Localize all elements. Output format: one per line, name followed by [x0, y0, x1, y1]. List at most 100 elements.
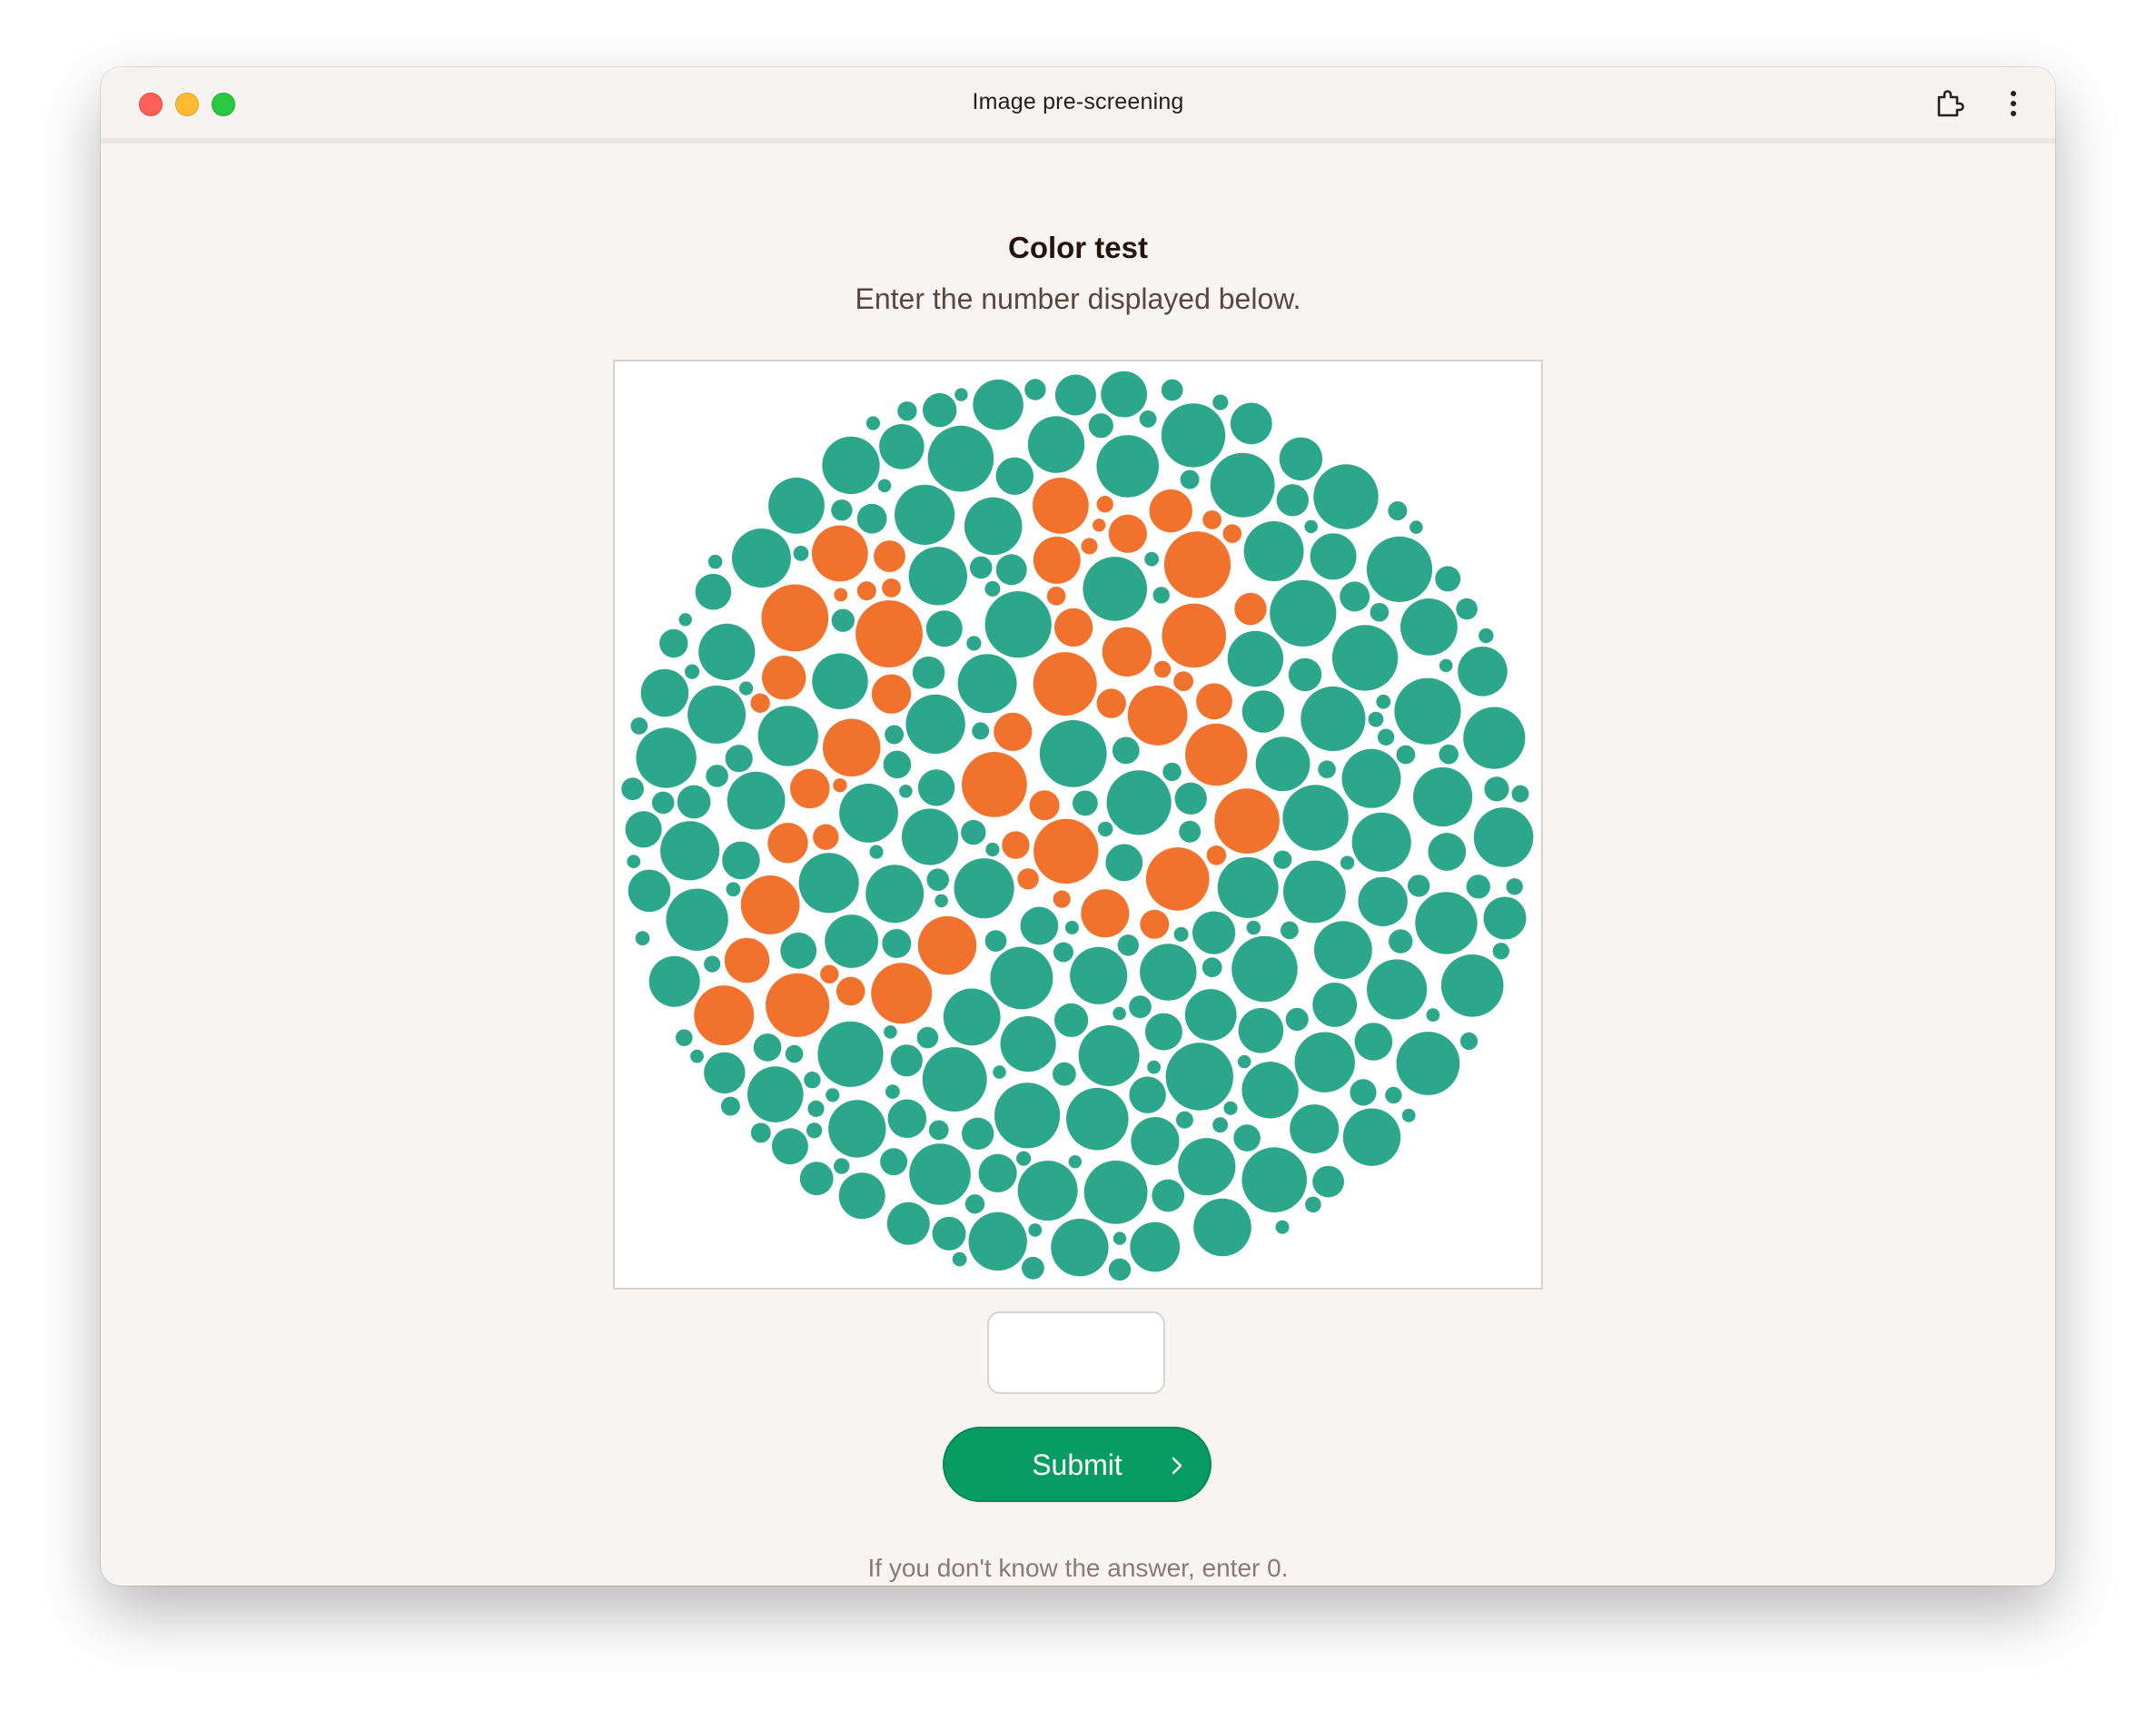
plate-dot: [694, 985, 755, 1046]
plate-dot: [1083, 557, 1147, 621]
plate-dot: [1396, 1032, 1460, 1095]
plate-dot: [885, 1084, 900, 1099]
plate-dot: [978, 1153, 1017, 1192]
plate-dot: [1212, 1117, 1229, 1133]
plate-dot: [1350, 1079, 1377, 1106]
plate-dot: [1140, 909, 1170, 939]
puzzle-piece-icon[interactable]: [1932, 85, 1968, 122]
plate-dot: [1279, 437, 1323, 480]
plate-dot: [724, 937, 770, 984]
plate-dot: [972, 722, 990, 740]
plate-dot: [1212, 394, 1229, 410]
plate-dot: [869, 845, 884, 859]
plate-dot: [1028, 1223, 1043, 1237]
plate-dot: [1270, 579, 1337, 647]
plate-dot: [813, 824, 839, 850]
plate-dot: [890, 1044, 923, 1077]
plate-dot: [1511, 785, 1529, 803]
plate-dot: [757, 706, 818, 766]
plate-dot: [1180, 470, 1200, 489]
plate-dot: [1117, 934, 1139, 956]
plate-dot: [811, 525, 868, 582]
plate-dot: [1202, 957, 1222, 978]
plate-dot: [1000, 1016, 1056, 1073]
plate-dot: [1083, 1161, 1148, 1224]
plate-dot: [1331, 625, 1399, 691]
plate-dot: [1314, 921, 1372, 979]
plate-dot: [1283, 860, 1346, 924]
submit-button[interactable]: Submit: [943, 1427, 1212, 1502]
plate-dot: [1400, 598, 1458, 656]
plate-dot: [1366, 536, 1433, 602]
plate-dot: [1066, 1087, 1129, 1151]
plate-dot: [1102, 627, 1152, 677]
plate-dot: [1456, 598, 1478, 620]
plate-dot: [908, 547, 967, 606]
plate-dot: [1233, 1124, 1261, 1152]
plate-dot: [1234, 592, 1267, 626]
plate-dot: [636, 727, 697, 788]
plate-dot: [1285, 1007, 1309, 1032]
plate-dot: [1096, 496, 1113, 513]
plate-dot: [1415, 892, 1478, 954]
plate-dot: [943, 988, 1001, 1046]
plate-dot: [727, 771, 786, 830]
plate-dot: [995, 554, 1027, 586]
plate-dot: [839, 784, 898, 843]
plate-dot: [884, 1025, 897, 1039]
plate-dot: [1367, 959, 1428, 1020]
plate-dot: [990, 946, 1053, 1010]
plate-dot: [1376, 694, 1391, 709]
plate-dot: [822, 718, 881, 777]
plate-dot: [1046, 587, 1066, 606]
plate-dot: [1294, 1032, 1355, 1092]
plate-dot: [678, 613, 692, 627]
plate-dot: [925, 610, 963, 647]
plate-dot: [761, 584, 829, 652]
plate-dot: [817, 1021, 884, 1087]
plate-dot: [917, 769, 955, 806]
plate-dot: [962, 752, 1027, 817]
plate-dot: [707, 554, 723, 569]
plate-dot: [1106, 770, 1172, 835]
plate-dot: [1078, 1025, 1140, 1086]
plate-dot: [887, 1099, 927, 1139]
plate-dot: [1288, 657, 1322, 692]
plate-dot: [1096, 688, 1126, 718]
plate-dot: [1313, 464, 1379, 529]
plate-dot: [838, 1172, 885, 1220]
plate-dot: [1174, 782, 1207, 815]
plate-dot: [1238, 1008, 1284, 1053]
plate-dot: [1112, 736, 1140, 765]
plate-dot: [995, 457, 1033, 495]
plate-dot: [1210, 452, 1275, 518]
plate-dot: [1388, 501, 1408, 520]
plate-dot: [1206, 845, 1227, 865]
plate-dot: [969, 556, 993, 579]
plate-dot: [1033, 536, 1081, 584]
plate-dot: [1290, 1104, 1340, 1154]
plate-dot: [1230, 402, 1272, 445]
answer-input[interactable]: [987, 1311, 1165, 1394]
plate-dot: [690, 1049, 704, 1063]
plate-dot: [1275, 1220, 1290, 1234]
plate-dot: [880, 1148, 908, 1176]
plate-dot: [1105, 844, 1143, 882]
plate-dot: [648, 955, 700, 1007]
plate-dot: [954, 858, 1014, 919]
plate-dot: [1231, 935, 1298, 1003]
plate-dot: [720, 1096, 740, 1116]
plate-dot: [1163, 531, 1231, 598]
plate-dot: [1068, 1155, 1082, 1169]
plate-dot: [659, 628, 688, 658]
plate-dot: [1409, 520, 1423, 534]
browser-window: Image pre-screening Color test Enter the…: [101, 67, 2055, 1586]
plate-dot: [1054, 1003, 1089, 1037]
vertical-ellipsis-icon[interactable]: [1995, 85, 2032, 122]
plate-dot: [1479, 628, 1494, 644]
plate-dot: [1241, 690, 1285, 733]
plate-dot: [1131, 1117, 1180, 1166]
plate-dot: [1243, 521, 1304, 581]
plate-dot: [1310, 533, 1357, 580]
plate-dot: [812, 653, 868, 709]
